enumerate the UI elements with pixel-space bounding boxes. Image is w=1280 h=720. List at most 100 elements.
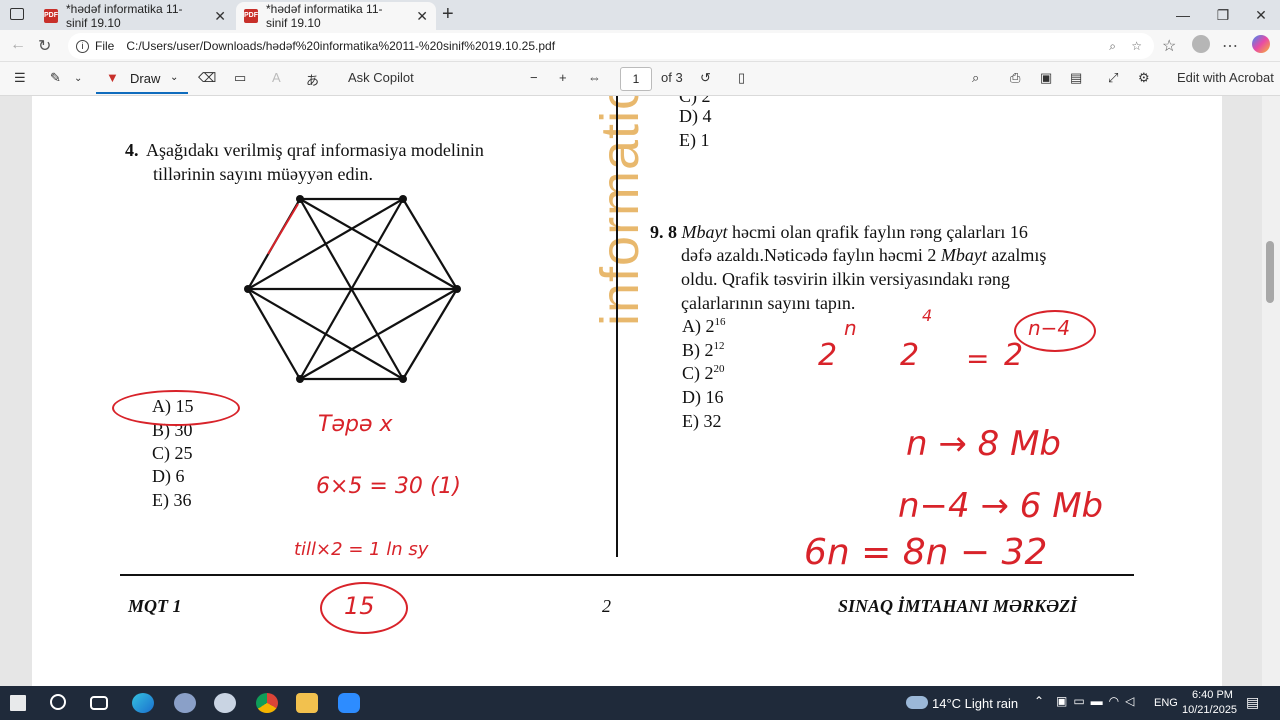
option-label: A) 2 [682, 316, 715, 336]
address-field[interactable]: i File C:/Users/user/Downloads/hədəf%20i… [68, 33, 1154, 59]
chrome-icon[interactable] [256, 693, 278, 713]
minimize-icon[interactable]: — [1168, 4, 1198, 26]
ask-copilot-button[interactable]: Ask Copilot [348, 70, 414, 85]
zoom-app-icon[interactable] [338, 693, 360, 713]
search-icon[interactable] [50, 694, 66, 710]
vertical-scrollbar[interactable] [1262, 96, 1280, 686]
close-tab-icon[interactable]: ✕ [214, 8, 226, 25]
pdf-page: informatics 4. Aşağıdakı verilmiş qraf i… [32, 96, 1222, 686]
weather-icon[interactable] [906, 696, 928, 709]
pdf-viewer[interactable]: informatics 4. Aşağıdakı verilmiş qraf i… [0, 96, 1280, 686]
favorites-icon[interactable]: ☆ [1162, 36, 1176, 56]
tab-1[interactable]: PDF *hədəf informatika 11- sinif 19.10 ✕ [36, 2, 234, 30]
q9-option-d: D) 16 [682, 387, 724, 407]
eraser-icon[interactable]: ⌫ [198, 70, 216, 86]
clock-date[interactable]: 10/21/2025 [1182, 704, 1237, 716]
profile-avatar[interactable] [1192, 35, 1210, 53]
prev-option-e: E) 1 [679, 130, 710, 150]
weather-text[interactable]: 14°C Light rain [932, 696, 1018, 711]
page-number-input[interactable]: 1 [620, 67, 652, 91]
maximize-icon[interactable]: ❐ [1208, 4, 1238, 26]
edit-with-acrobat-button[interactable]: Edit with Acrobat [1177, 70, 1274, 85]
print-icon[interactable]: ⎙ [1010, 70, 1020, 86]
clock-time[interactable]: 6:40 PM [1192, 689, 1233, 701]
new-tab-button[interactable]: + [442, 3, 454, 26]
save-icon[interactable]: ▣ [1040, 70, 1052, 86]
tray-chevron-icon[interactable]: ⌃ [1034, 694, 1044, 708]
rotate-icon[interactable]: ↺ [700, 70, 711, 86]
option-label: C) 2 [682, 363, 714, 383]
windows-start-icon[interactable] [10, 695, 26, 711]
info-icon[interactable]: i [76, 39, 89, 53]
pdf-icon: PDF [244, 9, 258, 23]
q9-option-e: E) 32 [682, 411, 722, 431]
question-9-text: dəfə azaldı.Nəticədə faylın həcmi 2 [681, 245, 937, 265]
language-indicator[interactable]: ENG [1154, 697, 1178, 709]
pdf-icon: PDF [44, 9, 58, 23]
tab-2[interactable]: PDF *hədəf informatika 11- sinif 19.10 ✕ [236, 2, 436, 30]
option-label: B) 2 [682, 340, 714, 360]
handwriting-tapa: Təpə x [318, 412, 393, 437]
question-9-line3: oldu. Qrafik təsvirin ilkin versiyasında… [681, 269, 1010, 289]
zoom-icon[interactable]: ⌕ [1109, 39, 1116, 54]
close-window-icon[interactable]: ✕ [1246, 4, 1276, 26]
app-icon[interactable] [174, 693, 196, 713]
save-as-icon[interactable]: ▤ [1070, 70, 1082, 86]
chevron-down-icon[interactable]: ⌄ [74, 73, 82, 84]
translate-icon[interactable]: あ [306, 70, 319, 89]
close-tab-icon[interactable]: ✕ [416, 8, 428, 25]
handwriting-two: 2 [900, 338, 920, 373]
scrollbar-thumb[interactable] [1266, 241, 1274, 303]
task-view-icon[interactable] [90, 696, 108, 710]
favorite-star-icon[interactable]: ☆ [1131, 39, 1142, 53]
tray-icons[interactable]: ▣▭▬◠◁ [1056, 694, 1140, 708]
page-total: of 3 [661, 70, 683, 85]
q9-option-a: A) 216 [682, 316, 726, 337]
handwriting-final-equation: 6n = 8n − 32 [804, 532, 1048, 573]
settings-gear-icon[interactable]: ⚙ [1138, 70, 1150, 86]
fullscreen-icon[interactable]: ⤢ [1108, 70, 1118, 86]
page-current: 1 [632, 72, 640, 86]
copilot-icon[interactable] [1252, 35, 1270, 53]
chevron-down-icon: ⌄ [170, 72, 179, 83]
handwriting-n: n [844, 316, 857, 340]
option-exponent: 12 [713, 340, 725, 352]
page-view-icon[interactable]: ▯ [738, 70, 745, 86]
question-9-line2: dəfə azaldı.Nəticədə faylın həcmi 2 Mbay… [681, 245, 1046, 266]
search-icon[interactable]: ⌕ [972, 70, 979, 86]
handwriting-n4-6mb: n−4 → 6 Mb [898, 486, 1104, 526]
edge-icon[interactable] [132, 693, 154, 713]
question-4-line1: Aşağıdakı verilmiş qraf informasiya mode… [146, 140, 484, 160]
zoom-in-icon[interactable]: + [559, 70, 567, 85]
handwriting-two: 2 [818, 338, 838, 373]
q4-option-d: D) 6 [152, 466, 185, 486]
handwriting-n-8mb: n → 8 Mb [906, 424, 1062, 464]
q4-option-e: E) 36 [152, 490, 192, 510]
file-explorer-icon[interactable] [296, 693, 318, 713]
draw-button[interactable]: ▼ Draw ⌄ [96, 66, 188, 94]
contents-icon[interactable]: ☰ [14, 70, 26, 86]
fit-page-icon[interactable]: ⇔ [588, 70, 601, 85]
refresh-icon[interactable]: ↻ [38, 36, 51, 56]
text-box-icon[interactable]: ▭ [234, 70, 246, 86]
handwriting-exponent: n−4 [1028, 316, 1071, 340]
file-label: File [95, 39, 115, 53]
zoom-out-icon[interactable]: − [530, 70, 538, 85]
question-9-unit: Mbayt [681, 222, 728, 242]
footer-right: SINAQ İMTAHANI MƏRKƏZİ [838, 596, 1078, 616]
watermark: informatics [590, 96, 650, 326]
hexagon-graph [244, 195, 461, 383]
back-icon[interactable]: ← [10, 36, 26, 54]
answer-circle-mark [112, 390, 240, 426]
url-text: C:/Users/user/Downloads/hədəf%20informat… [126, 39, 556, 53]
handwriting-two: 2 [1004, 338, 1024, 373]
question-4-line2: tillərinin sayını müəyyən edin. [153, 164, 373, 184]
question-9-text: həcmi olan qrafik faylın rəng çalarları … [731, 222, 1028, 242]
tab-title: *hədəf informatika 11- sinif 19.10 [66, 2, 183, 30]
notification-icon[interactable]: ▤ [1246, 694, 1259, 711]
read-aloud-icon[interactable]: A [272, 70, 281, 85]
tab-actions-icon[interactable] [10, 8, 24, 20]
more-icon[interactable]: ⋯ [1222, 36, 1238, 56]
highlight-icon[interactable]: ✎ [50, 70, 61, 86]
paint-icon[interactable] [214, 693, 236, 713]
